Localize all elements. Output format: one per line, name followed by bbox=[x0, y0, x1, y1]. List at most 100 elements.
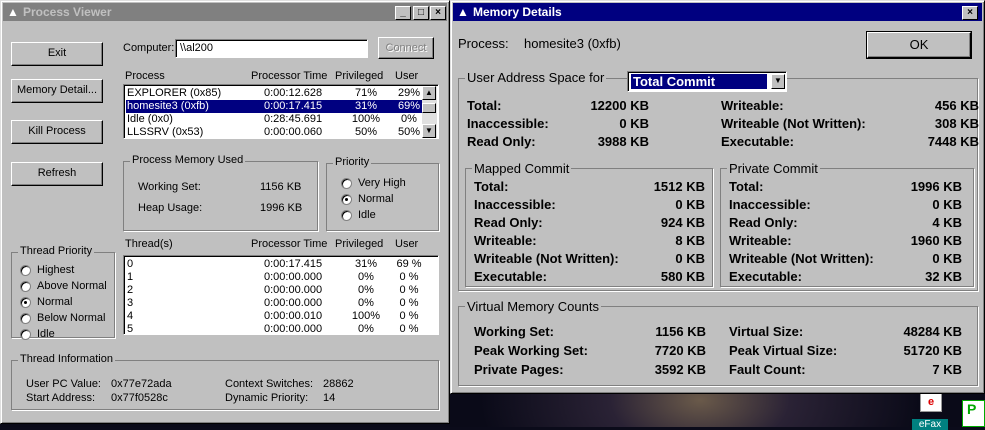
dynamic-priority-label: Dynamic Priority: bbox=[225, 392, 309, 404]
vmc-left-value: 1156 KB bbox=[655, 324, 706, 339]
thread-row-cell: 0:00:00.000 bbox=[264, 284, 323, 296]
uas-right-value: 308 KB bbox=[934, 116, 979, 131]
user-address-space-group: User Address Space for Total Commit ▼ To… bbox=[458, 70, 979, 291]
minimize-button[interactable]: _ bbox=[395, 6, 411, 20]
scroll-up-icon[interactable]: ▲ bbox=[422, 86, 436, 100]
mapped-commit-group: Mapped Commit Total: 1512 KB Inaccessible:… bbox=[465, 161, 713, 287]
process-row[interactable]: homesite3 (0xfb) 0:00:17.415 31% 69% bbox=[126, 100, 422, 113]
thread-priority-label: Thread Priority bbox=[18, 245, 95, 257]
thread-row[interactable]: 3 0:00:00.000 0% 0 % bbox=[126, 297, 436, 310]
thread-row-cell: 0 % bbox=[399, 323, 419, 335]
thread-priority-option-label: Above Normal bbox=[37, 280, 107, 292]
process-memory-label: Process Memory Used bbox=[130, 154, 246, 166]
process-list[interactable]: EXPLORER (0x85) 0:00:12.628 71% 29% homesite… bbox=[123, 84, 439, 139]
private-commit-label: Total: bbox=[729, 179, 764, 194]
process-column-header: Processor Time bbox=[251, 70, 328, 82]
uas-right-value: 456 KB bbox=[934, 98, 979, 113]
ok-button[interactable]: OK bbox=[866, 31, 972, 59]
thread-row-cell: 4 bbox=[127, 310, 134, 322]
memory-detail-button[interactable]: Memory Detail... bbox=[11, 79, 103, 103]
thread-row-cell: 0 bbox=[127, 258, 134, 270]
thread-row[interactable]: 1 0:00:00.000 0% 0 % bbox=[126, 271, 436, 284]
vmc-right-label: Peak Virtual Size: bbox=[729, 343, 838, 358]
refresh-button[interactable]: Refresh bbox=[11, 162, 103, 186]
process-row[interactable]: LLSSRV (0x53) 0:00:00.060 50% 50% bbox=[126, 126, 422, 138]
chevron-down-icon[interactable]: ▼ bbox=[771, 74, 785, 89]
uas-left-value: 3988 KB bbox=[597, 134, 649, 149]
radio-icon[interactable] bbox=[20, 281, 31, 292]
efax-desktop-icon[interactable]: e eFax bbox=[912, 392, 948, 430]
thread-row-cell: 0 % bbox=[399, 271, 419, 283]
process-column-header: User bbox=[395, 70, 419, 82]
address-space-select[interactable]: Total Commit ▼ bbox=[627, 71, 787, 92]
thread-priority-option-label: Highest bbox=[37, 264, 75, 276]
thread-row-cell: 0:00:00.000 bbox=[264, 271, 323, 283]
process-row-cell: Idle (0x0) bbox=[127, 113, 173, 125]
kill-process-button[interactable]: Kill Process bbox=[11, 120, 103, 144]
private-commit-label: Inaccessible: bbox=[729, 197, 811, 212]
exit-button[interactable]: Exit bbox=[11, 42, 103, 66]
mapped-commit-label: Executable: bbox=[474, 269, 547, 284]
mapped-commit-label: Total: bbox=[474, 179, 509, 194]
priority-group: Priority Very High Normal Idle bbox=[326, 156, 439, 231]
thread-column-header: User bbox=[395, 238, 419, 250]
process-scrollbar[interactable]: ▲ ▼ bbox=[422, 86, 437, 138]
thread-priority-group: Thread Priority Highest Above Normal Norma… bbox=[11, 245, 115, 340]
thread-row-cell: 0 % bbox=[399, 284, 419, 296]
thread-row-cell: 31% bbox=[354, 258, 378, 270]
window-title: Process Viewer bbox=[23, 5, 112, 19]
scroll-down-icon[interactable]: ▼ bbox=[422, 124, 436, 138]
process-row-cell: 100% bbox=[351, 113, 381, 125]
private-commit-group: Private Commit Total: 1996 KB Inaccessible… bbox=[720, 161, 974, 287]
radio-icon[interactable] bbox=[341, 194, 352, 205]
radio-icon[interactable] bbox=[341, 178, 352, 189]
computer-input[interactable]: \\al200 bbox=[175, 39, 368, 58]
process-row[interactable]: EXPLORER (0x85) 0:00:12.628 71% 29% bbox=[126, 87, 422, 100]
thread-row-cell: 0:00:17.415 bbox=[264, 258, 323, 270]
process-row-cell: 0% bbox=[401, 113, 417, 125]
process-row-cell: 0:00:17.415 bbox=[264, 100, 323, 112]
thread-row-cell: 0% bbox=[358, 284, 374, 296]
process-row[interactable]: Idle (0x0) 0:28:45.691 100% 0% bbox=[126, 113, 422, 126]
vmc-left-value: 7720 KB bbox=[654, 343, 706, 358]
maximize-button[interactable]: □ bbox=[413, 6, 429, 20]
address-space-selected: Total Commit bbox=[631, 74, 767, 89]
thread-row-cell: 69 % bbox=[396, 258, 422, 270]
mapped-commit-label: Inaccessible: bbox=[474, 197, 556, 212]
process-viewer-titlebar[interactable]: ▲ Process Viewer _ □ × bbox=[3, 3, 447, 21]
scroll-thumb[interactable] bbox=[422, 103, 436, 113]
mapped-commit-label: Writeable: bbox=[474, 233, 537, 248]
dynamic-priority-value: 14 bbox=[323, 392, 336, 404]
uas-right-label: Executable: bbox=[721, 134, 794, 149]
radio-icon[interactable] bbox=[20, 297, 31, 308]
desktop-app-icon[interactable]: P bbox=[962, 400, 985, 427]
pc-label: User PC Value: bbox=[26, 378, 101, 390]
thread-row[interactable]: 5 0:00:00.000 0% 0 % bbox=[126, 323, 436, 335]
thread-row[interactable]: 0 0:00:17.415 31% 69 % bbox=[126, 258, 436, 271]
radio-icon[interactable] bbox=[20, 329, 31, 340]
process-row-cell: 0:28:45.691 bbox=[264, 113, 323, 125]
radio-icon[interactable] bbox=[20, 265, 31, 276]
connect-button[interactable]: Connect bbox=[378, 37, 434, 59]
radio-icon[interactable] bbox=[341, 210, 352, 221]
thread-list[interactable]: 0 0:00:17.415 31% 69 % 1 0:00:00.000 0% 0 % 2 0:0… bbox=[123, 255, 439, 335]
private-commit-value: 0 KB bbox=[932, 251, 962, 266]
radio-icon[interactable] bbox=[20, 313, 31, 324]
thread-row[interactable]: 4 0:00:00.010 100% 0 % bbox=[126, 310, 436, 323]
thread-row-cell: 0 % bbox=[399, 297, 419, 309]
context-switches-label: Context Switches: bbox=[225, 378, 314, 390]
mapped-commit-label: Mapped Commit bbox=[472, 161, 572, 176]
private-commit-label: Read Only: bbox=[729, 215, 798, 230]
private-commit-value: 1960 KB bbox=[910, 233, 962, 248]
close-button[interactable]: × bbox=[962, 6, 978, 20]
memory-details-titlebar[interactable]: ▲ Memory Details × bbox=[453, 3, 982, 21]
close-button[interactable]: × bbox=[430, 6, 446, 20]
mapped-commit-label: Read Only: bbox=[474, 215, 543, 230]
app-icon: ▲ bbox=[7, 5, 19, 19]
window-title: Memory Details bbox=[473, 5, 562, 19]
thread-row-cell: 5 bbox=[127, 323, 134, 335]
thread-row[interactable]: 2 0:00:00.000 0% 0 % bbox=[126, 284, 436, 297]
process-row-cell: LLSSRV (0x53) bbox=[127, 126, 204, 138]
private-commit-value: 4 KB bbox=[932, 215, 962, 230]
uas-right-label: Writeable: bbox=[721, 98, 784, 113]
